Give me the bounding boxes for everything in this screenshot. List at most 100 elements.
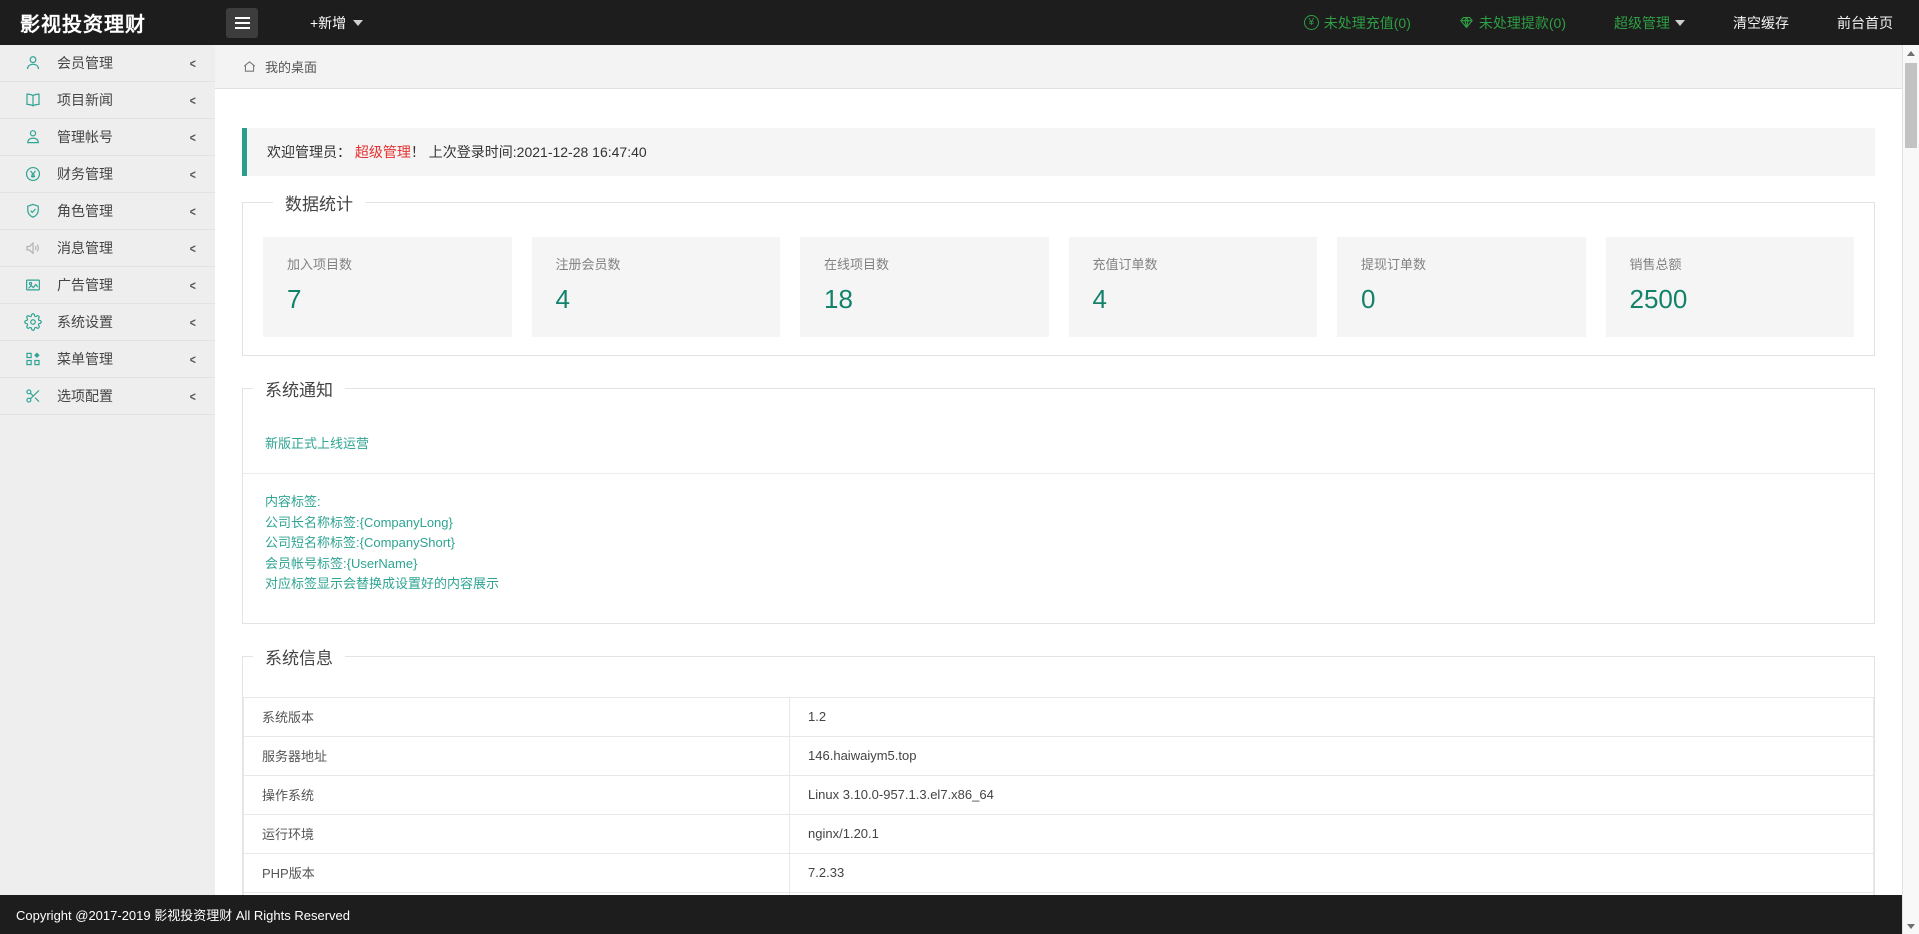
sidebar-item-options[interactable]: 选项配置 < — [0, 378, 215, 415]
shield-check-icon — [24, 202, 42, 220]
sidebar-item-finance[interactable]: 财务管理 < — [0, 156, 215, 193]
member-icon — [24, 54, 42, 72]
admin-name: 超级管理 — [355, 144, 411, 160]
notice-section-title: 系统通知 — [253, 376, 345, 401]
sidebar-item-members[interactable]: 会员管理 < — [0, 45, 215, 82]
stat-value: 18 — [824, 284, 1025, 315]
notice-body: 内容标签: 公司长名称标签:{CompanyLong} 公司短名称标签:{Com… — [243, 474, 1874, 609]
sysinfo-label: 服务器地址 — [244, 736, 790, 775]
sidebar-item-system-settings[interactable]: 系统设置 < — [0, 304, 215, 341]
chevron-left-icon: < — [190, 389, 196, 404]
sidebar-item-ads[interactable]: 广告管理 < — [0, 267, 215, 304]
footer-bar: Copyright @2017-2019 影视投资理财 All Rights R… — [0, 895, 1919, 934]
sysinfo-label: PHP版本 — [244, 853, 790, 892]
stat-card-total-sales: 销售总额 2500 — [1606, 237, 1855, 337]
top-bar: 影视投资理财 +新增 ¥ 未处理充值(0) 未处理提款(0) 超级管理 清空缓存… — [0, 0, 1919, 45]
speaker-icon — [24, 239, 42, 257]
sidebar-item-admin-accounts[interactable]: 管理帐号 < — [0, 119, 215, 156]
stat-card-withdraw-orders: 提现订单数 0 — [1337, 237, 1586, 337]
chevron-left-icon: < — [190, 130, 196, 145]
sysinfo-value: Linux 3.10.0-957.1.3.el7.x86_64 — [790, 775, 1874, 814]
account-icon — [24, 128, 42, 146]
caret-down-icon — [1675, 20, 1685, 26]
home-icon — [242, 59, 257, 74]
sidebar-item-label: 系统设置 — [57, 312, 189, 332]
sidebar-item-label: 菜单管理 — [57, 349, 189, 369]
vertical-scrollbar[interactable] — [1902, 45, 1919, 934]
table-row: 操作系统 Linux 3.10.0-957.1.3.el7.x86_64 — [244, 775, 1874, 814]
stat-value: 2500 — [1630, 284, 1831, 315]
chevron-left-icon: < — [190, 204, 196, 219]
notice-line: 内容标签: — [265, 492, 1852, 513]
pending-withdraw-link[interactable]: 未处理提款(0) — [1459, 13, 1566, 33]
table-row: 系统版本 1.2 — [244, 697, 1874, 736]
stat-card-online-projects: 在线项目数 18 — [800, 237, 1049, 337]
sidebar-item-menus[interactable]: 菜单管理 < — [0, 341, 215, 378]
table-row: 运行环境 nginx/1.20.1 — [244, 814, 1874, 853]
yen-circle-icon — [24, 165, 42, 183]
front-home-label: 前台首页 — [1837, 13, 1893, 33]
stat-value: 7 — [287, 284, 488, 315]
stat-label: 充值订单数 — [1093, 254, 1294, 273]
main-content: 欢迎管理员： 超级管理！ 上次登录时间:2021-12-28 16:47:40 … — [215, 89, 1902, 934]
sysinfo-label: 操作系统 — [244, 775, 790, 814]
chevron-left-icon: < — [190, 167, 196, 182]
stat-value: 0 — [1361, 284, 1562, 315]
sysinfo-label: 运行环境 — [244, 814, 790, 853]
gem-icon — [1459, 15, 1474, 30]
notice-line: 会员帐号标签:{UserName} — [265, 554, 1852, 575]
chevron-left-icon: < — [190, 93, 196, 108]
chevron-left-icon: < — [190, 241, 196, 256]
menu-grid-icon — [24, 350, 42, 368]
stat-card-registered-members: 注册会员数 4 — [532, 237, 781, 337]
add-new-label: +新增 — [310, 13, 346, 33]
pending-recharge-label: 未处理充值(0) — [1324, 13, 1411, 33]
notice-line: 公司长名称标签:{CompanyLong} — [265, 513, 1852, 534]
scroll-down-button[interactable] — [1903, 918, 1919, 934]
sidebar-toggle-button[interactable] — [226, 8, 258, 38]
sysinfo-value: nginx/1.20.1 — [790, 814, 1874, 853]
sidebar-item-label: 财务管理 — [57, 164, 189, 184]
sysinfo-value: 146.haiwaiym5.top — [790, 736, 1874, 775]
topbar-links: ¥ 未处理充值(0) 未处理提款(0) 超级管理 清空缓存 前台首页 — [1304, 13, 1919, 33]
sidebar-item-label: 角色管理 — [57, 201, 189, 221]
scissors-icon — [24, 387, 42, 405]
sidebar-item-label: 项目新闻 — [57, 90, 189, 110]
arrow-up-icon — [1907, 51, 1915, 56]
sidebar-item-label: 选项配置 — [57, 386, 189, 406]
sysinfo-value: 1.2 — [790, 697, 1874, 736]
gear-icon — [24, 313, 42, 331]
stat-label: 加入项目数 — [287, 254, 488, 273]
sidebar-item-messages[interactable]: 消息管理 < — [0, 230, 215, 267]
stat-value: 4 — [556, 284, 757, 315]
copyright-text: Copyright @2017-2019 影视投资理财 All Rights R… — [16, 905, 350, 924]
sidebar-item-roles[interactable]: 角色管理 < — [0, 193, 215, 230]
notice-line: 公司短名称标签:{CompanyShort} — [265, 533, 1852, 554]
add-new-button[interactable]: +新增 — [310, 13, 363, 33]
clear-cache-link[interactable]: 清空缓存 — [1733, 13, 1789, 33]
stat-card-recharge-orders: 充值订单数 4 — [1069, 237, 1318, 337]
chevron-left-icon: < — [190, 315, 196, 330]
scrollbar-thumb[interactable] — [1905, 63, 1917, 148]
sidebar-item-label: 管理帐号 — [57, 127, 189, 147]
stat-value: 4 — [1093, 284, 1294, 315]
stat-label: 在线项目数 — [824, 254, 1025, 273]
admin-menu-dropdown[interactable]: 超级管理 — [1614, 13, 1685, 33]
stat-label: 销售总额 — [1630, 254, 1831, 273]
front-home-link[interactable]: 前台首页 — [1837, 13, 1893, 33]
last-login-text: ！ 上次登录时间:2021-12-28 16:47:40 — [411, 144, 647, 160]
sysinfo-section-title: 系统信息 — [253, 644, 345, 669]
stat-label: 注册会员数 — [556, 254, 757, 273]
pending-recharge-link[interactable]: ¥ 未处理充值(0) — [1304, 13, 1411, 33]
table-row: PHP版本 7.2.33 — [244, 853, 1874, 892]
breadcrumb-item-desktop[interactable]: 我的桌面 — [242, 57, 317, 76]
notice-section: 系统通知 新版正式上线运营 内容标签: 公司长名称标签:{CompanyLong… — [242, 376, 1875, 624]
breadcrumb-label: 我的桌面 — [265, 57, 317, 76]
welcome-banner: 欢迎管理员： 超级管理！ 上次登录时间:2021-12-28 16:47:40 — [242, 128, 1875, 176]
stats-section: 数据统计 加入项目数 7 注册会员数 4 在线项目数 18 充值订单数 4 提现… — [242, 190, 1875, 356]
admin-menu-label: 超级管理 — [1614, 13, 1670, 33]
scroll-up-button[interactable] — [1903, 45, 1919, 61]
notice-link[interactable]: 新版正式上线运营 — [265, 436, 369, 451]
book-icon — [24, 91, 42, 109]
sidebar-item-project-news[interactable]: 项目新闻 < — [0, 82, 215, 119]
